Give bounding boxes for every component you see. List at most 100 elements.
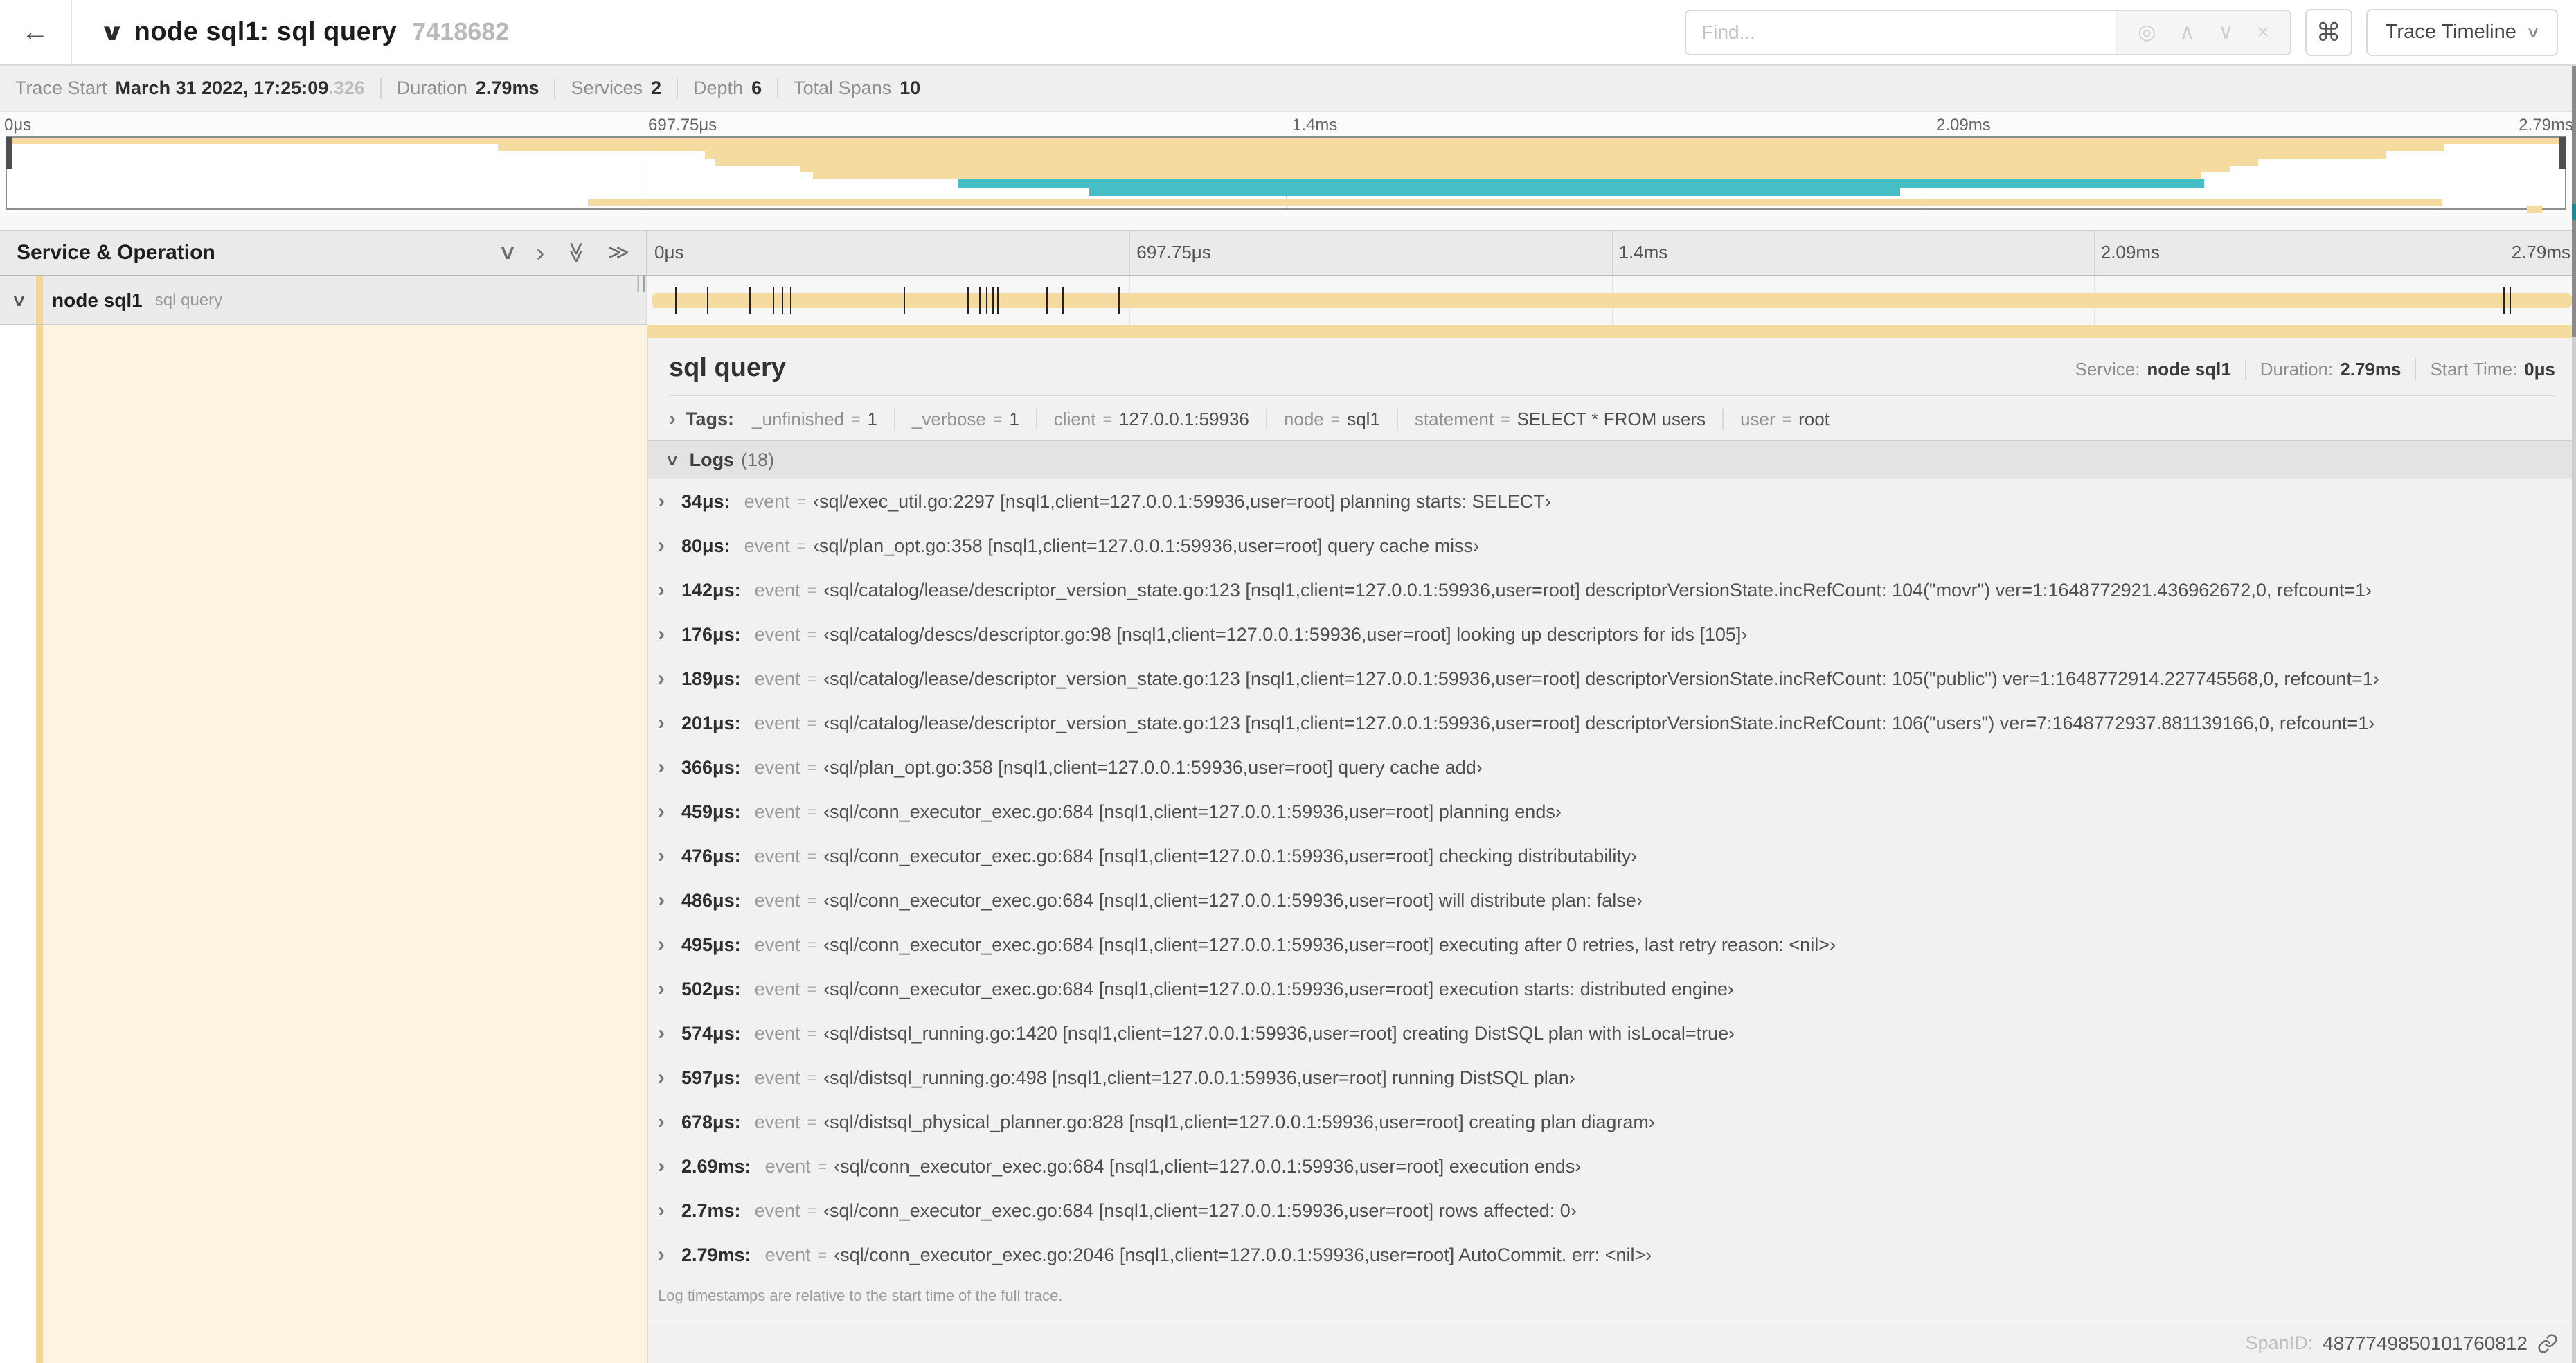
log-entry-row[interactable]: › 597μs: event = ‹sql/distsql_running.go:498… [648,1055,2576,1100]
chevron-down-icon[interactable]: ∨ [99,19,125,46]
collapse-one-icon[interactable]: ∨ [498,242,518,263]
right-scrubber-handle[interactable] [2559,137,2566,169]
minimap-span [1089,188,1900,196]
next-match-icon[interactable]: ∨ [2218,20,2233,44]
find-icon-group: ◎ ∧ ∨ × [2116,10,2290,54]
log-entry-row[interactable]: › 201μs: event = ‹sql/catalog/lease/descript… [648,701,2576,745]
span-color-accent [36,325,43,1363]
deep-link-icon[interactable] [2537,1333,2558,1354]
log-entry-row[interactable]: › 486μs: event = ‹sql/conn_executor_exec.go:… [648,878,2576,923]
log-entry-row[interactable]: › 189μs: event = ‹sql/catalog/lease/descript… [648,657,2576,701]
span-detail-panel: sql query Service: node sql1 Duration: 2.79… [647,325,2576,1363]
chevron-right-icon: › [658,1066,665,1089]
find-input[interactable] [1686,10,2116,54]
chevron-down-icon: ∨ [664,450,681,470]
span-row-timeline-cell[interactable] [647,276,2576,325]
tags-row[interactable]: › Tags: _unfinished = 1 _verbose = 1 client = 12… [648,396,2576,440]
log-entry-row[interactable]: › 80μs: event = ‹sql/plan_opt.go:358 [nsql1,… [648,524,2576,568]
header-controls: ◎ ∧ ∨ × ⌘ Trace Timeline ∨ [1685,8,2576,56]
spanid-bar: SpanID: 4877749850101760812 [648,1321,2576,1363]
time-tick-label: 1.4ms [1292,116,1338,134]
log-marker [789,287,791,314]
prev-match-icon[interactable]: ∧ [2179,20,2194,44]
log-entry-row[interactable]: › 176μs: event = ‹sql/catalog/descs/descript… [648,612,2576,657]
detail-operation-title: sql query [669,353,786,382]
spanid-value: 4877749850101760812 [2323,1332,2528,1354]
log-entry-row[interactable]: › 2.69ms: event = ‹sql/conn_executor_exec.go… [648,1144,2576,1188]
tags-label: Tags: [686,408,735,429]
log-entry-row[interactable]: › 34μs: event = ‹sql/exec_util.go:2297 [nsql… [648,479,2576,524]
time-tick-label: 697.75μs [1136,242,1211,262]
back-arrow-icon: ← [21,17,49,47]
chevron-right-icon: › [658,534,665,557]
timeline-tick-header: 0μs 697.75μs 1.4ms 2.09ms 2.79ms [647,231,2576,275]
tags-list: _unfinished = 1 _verbose = 1 client = 127.0.0.1:… [752,408,1830,430]
summary-item: Depth 6 [677,78,762,99]
summary-item: Total Spans 10 [777,78,920,99]
span-detail-area: sql query Service: node sql1 Duration: 2.79… [0,325,2576,1363]
collapse-all-icon[interactable]: ≫ [565,242,588,263]
expand-one-icon[interactable]: › [536,240,544,265]
minimap-span [715,158,2258,166]
log-entry-row[interactable]: › 142μs: event = ‹sql/catalog/lease/descript… [648,568,2576,612]
app-header: ← ∨ node sql1: sql query 7418682 ◎ ∧ ∨ ×… [0,0,2576,66]
chevron-right-icon: › [658,977,665,1000]
back-button[interactable]: ← [0,0,72,64]
time-tick-label: 2.79ms [2511,242,2570,262]
logs-list: › 34μs: event = ‹sql/exec_util.go:2297 [nsql… [648,479,2576,1277]
timeline-header: Service & Operation ∨ › ≫ ≫ || 0μs 697.75… [0,231,2576,292]
keyboard-shortcuts-button[interactable]: ⌘ [2305,8,2352,56]
chevron-right-icon: › [658,844,665,867]
span-service-name: node sql1 [52,289,143,311]
chevron-right-icon: › [658,490,665,513]
time-tick-label: 697.75μs [648,116,717,134]
log-marker [781,287,783,314]
command-icon: ⌘ [2316,17,2341,46]
clear-search-icon[interactable]: × [2257,21,2269,44]
expand-all-icon[interactable]: ≫ [608,242,629,263]
logs-accordion-header[interactable]: ∨ Logs (18) [648,440,2576,479]
right-edge-scrollbar[interactable] [2572,66,2576,1363]
find-group: ◎ ∧ ∨ × [1685,9,2291,55]
log-entry-row[interactable]: › 502μs: event = ‹sql/conn_executor_exec.go:… [648,967,2576,1011]
timeline-minimap: 0μs 697.75μs 1.4ms 2.09ms 2.79ms [0,112,2576,213]
log-entry-row[interactable]: › 2.7ms: event = ‹sql/conn_executor_exec.go:… [648,1188,2576,1233]
log-entry-row[interactable]: › 2.79ms: event = ‹sql/conn_executor_exec.go… [648,1233,2576,1277]
minimap-canvas[interactable] [6,136,2566,213]
log-entry-row[interactable]: › 574μs: event = ‹sql/distsql_running.go:142… [648,1011,2576,1055]
chevron-down-icon: ∨ [2525,23,2541,41]
log-entry-row[interactable]: › 459μs: event = ‹sql/conn_executor_exec.go:… [648,790,2576,834]
locate-icon[interactable]: ◎ [2138,20,2156,44]
log-marker [2503,287,2505,314]
detail-header: sql query Service: node sql1 Duration: 2.79… [648,338,2576,395]
page-title: node sql1: sql query [134,17,397,46]
time-tick-label: 1.4ms [1618,242,1668,262]
tag-item: _verbose = 1 [893,408,1019,430]
log-entry-row[interactable]: › 495μs: event = ‹sql/conn_executor_exec.go:… [648,923,2576,967]
span-row: ∨ node sql1 sql query [0,276,2576,325]
minimap-span [705,151,2386,159]
trace-id: 7418682 [412,17,510,46]
chevron-right-icon: › [658,1155,665,1177]
chevron-right-icon: › [658,889,665,911]
chevron-right-icon: › [658,1110,665,1133]
column-resizer-handle[interactable]: || [636,274,647,293]
log-marker [967,287,969,314]
log-marker [986,287,988,314]
log-marker [979,287,981,314]
span-row-name-cell[interactable]: ∨ node sql1 sql query [0,276,647,325]
tag-item: user = root [1722,408,1830,430]
minimap-tick-labels: 0μs 697.75μs 1.4ms 2.09ms 2.79ms [0,112,2576,135]
edge-teal-notch [2572,204,2576,220]
service-operation-header: Service & Operation ∨ › ≫ ≫ || [0,231,647,292]
chevron-down-icon[interactable]: ∨ [10,289,28,311]
detail-left-column [0,325,647,1363]
time-tick-label: 0μs [654,242,684,262]
left-scrubber-handle[interactable] [6,137,12,169]
chevron-right-icon: › [658,933,665,956]
log-entry-row[interactable]: › 366μs: event = ‹sql/plan_opt.go:358 [nsql1… [648,745,2576,790]
log-entry-row[interactable]: › 476μs: event = ‹sql/conn_executor_exec.go:… [648,834,2576,878]
view-select-button[interactable]: Trace Timeline ∨ [2365,8,2558,56]
log-entry-row[interactable]: › 678μs: event = ‹sql/distsql_physical_plann… [648,1100,2576,1144]
span-color-strip [648,325,2576,338]
